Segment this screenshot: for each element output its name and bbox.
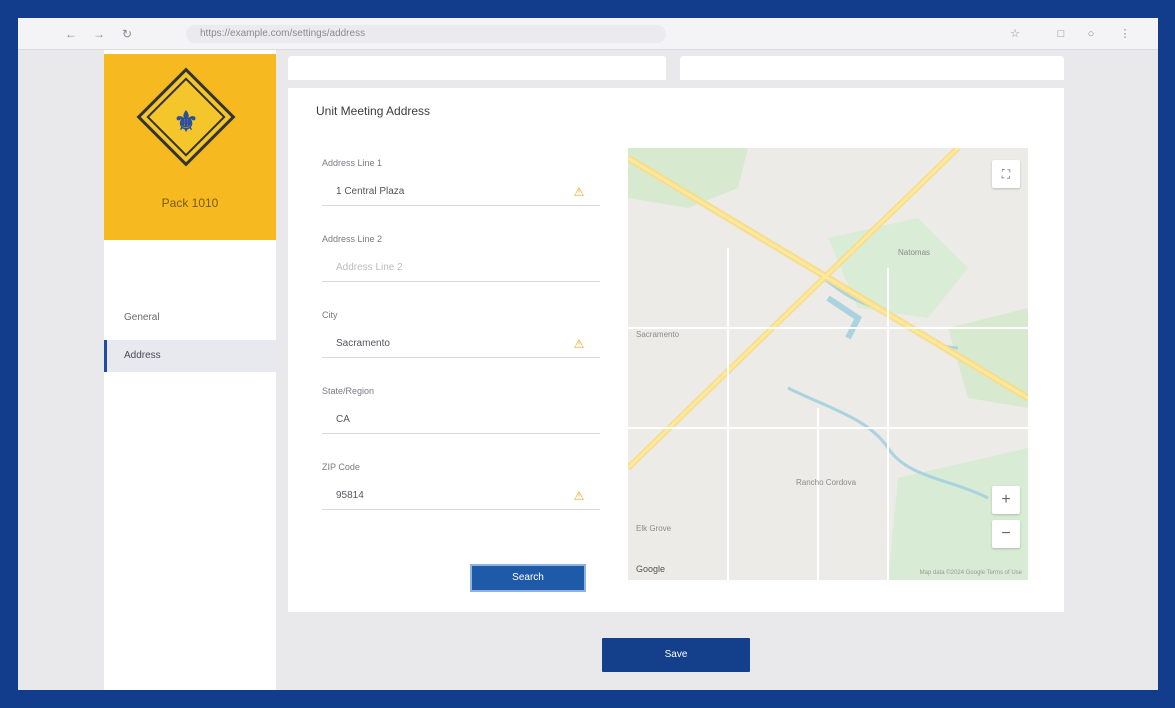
zip-label: ZIP Code bbox=[322, 462, 360, 472]
zip-value: 95814 bbox=[336, 490, 364, 501]
top-tabs bbox=[288, 56, 1064, 80]
sidebar-item-general[interactable]: General bbox=[104, 302, 276, 334]
browser-window: ← → ↻ https://example.com/settings/addre… bbox=[18, 18, 1158, 690]
profile-icon[interactable]: ○ bbox=[1084, 27, 1098, 41]
address-card: Unit Meeting Address Address Line 1 1 Ce… bbox=[288, 88, 1064, 612]
address-line2-placeholder: Address Line 2 bbox=[336, 262, 403, 273]
star-icon[interactable]: ☆ bbox=[1008, 27, 1022, 41]
screen-frame: ← → ↻ https://example.com/settings/addre… bbox=[0, 0, 1175, 708]
warning-icon: ⚠ bbox=[573, 489, 585, 503]
forward-icon[interactable]: → bbox=[92, 27, 106, 41]
state-label: State/Region bbox=[322, 386, 375, 396]
address-line1-field[interactable]: 1 Central Plaza ⚠ bbox=[322, 180, 600, 206]
zoom-in-button[interactable]: + bbox=[992, 486, 1020, 514]
warning-icon: ⚠ bbox=[573, 337, 585, 351]
city-label: City bbox=[322, 310, 338, 320]
address-line1-value: 1 Central Plaza bbox=[336, 186, 405, 197]
back-icon[interactable]: ← bbox=[64, 27, 78, 41]
map-attribution[interactable]: Map data ©2024 Google Terms of Use bbox=[920, 570, 1022, 576]
unit-name: Pack 1010 bbox=[161, 196, 219, 210]
extension-icon[interactable]: □ bbox=[1054, 27, 1068, 41]
page-title: Unit Meeting Address bbox=[316, 104, 431, 118]
save-button[interactable]: Save bbox=[602, 638, 750, 672]
reload-icon[interactable]: ↻ bbox=[120, 27, 134, 41]
city-field[interactable]: Sacramento ⚠ bbox=[322, 332, 600, 358]
tab-left[interactable] bbox=[288, 56, 666, 80]
menu-icon[interactable]: ⋮ bbox=[1118, 27, 1132, 41]
sidebar-item-address[interactable]: Address bbox=[104, 340, 276, 372]
state-field[interactable]: CA bbox=[322, 408, 600, 434]
map-place-label: Sacramento bbox=[636, 330, 680, 339]
map-place-label: Rancho Cordova bbox=[796, 478, 857, 487]
zip-field[interactable]: 95814 ⚠ bbox=[322, 484, 600, 510]
sidebar: ⚜ Pack 1010 General Address bbox=[104, 50, 276, 690]
google-logo: Google bbox=[636, 564, 666, 574]
warning-icon: ⚠ bbox=[573, 185, 585, 199]
scout-emblem-icon: ⚜ bbox=[173, 106, 199, 137]
fullscreen-icon[interactable]: ⛶ bbox=[992, 160, 1020, 188]
address-line1-label: Address Line 1 bbox=[322, 158, 383, 168]
tab-right[interactable] bbox=[680, 56, 1064, 80]
zoom-out-button[interactable]: − bbox=[992, 520, 1020, 548]
map-view[interactable]: Sacramento Natomas Rancho Cordova Elk Gr… bbox=[628, 148, 1028, 580]
browser-toolbar: ← → ↻ https://example.com/settings/addre… bbox=[18, 18, 1158, 50]
search-button[interactable]: Search bbox=[470, 564, 586, 592]
address-bar[interactable]: https://example.com/settings/address bbox=[186, 25, 666, 43]
address-line2-field[interactable]: Address Line 2 bbox=[322, 256, 600, 282]
address-line2-label: Address Line 2 bbox=[322, 234, 383, 244]
map-canvas bbox=[628, 148, 1028, 580]
city-value: Sacramento bbox=[336, 338, 390, 349]
map-place-label: Elk Grove bbox=[636, 524, 672, 533]
map-place-label: Natomas bbox=[898, 248, 931, 257]
unit-logo-card: ⚜ Pack 1010 bbox=[104, 54, 276, 240]
state-value: CA bbox=[336, 414, 350, 425]
